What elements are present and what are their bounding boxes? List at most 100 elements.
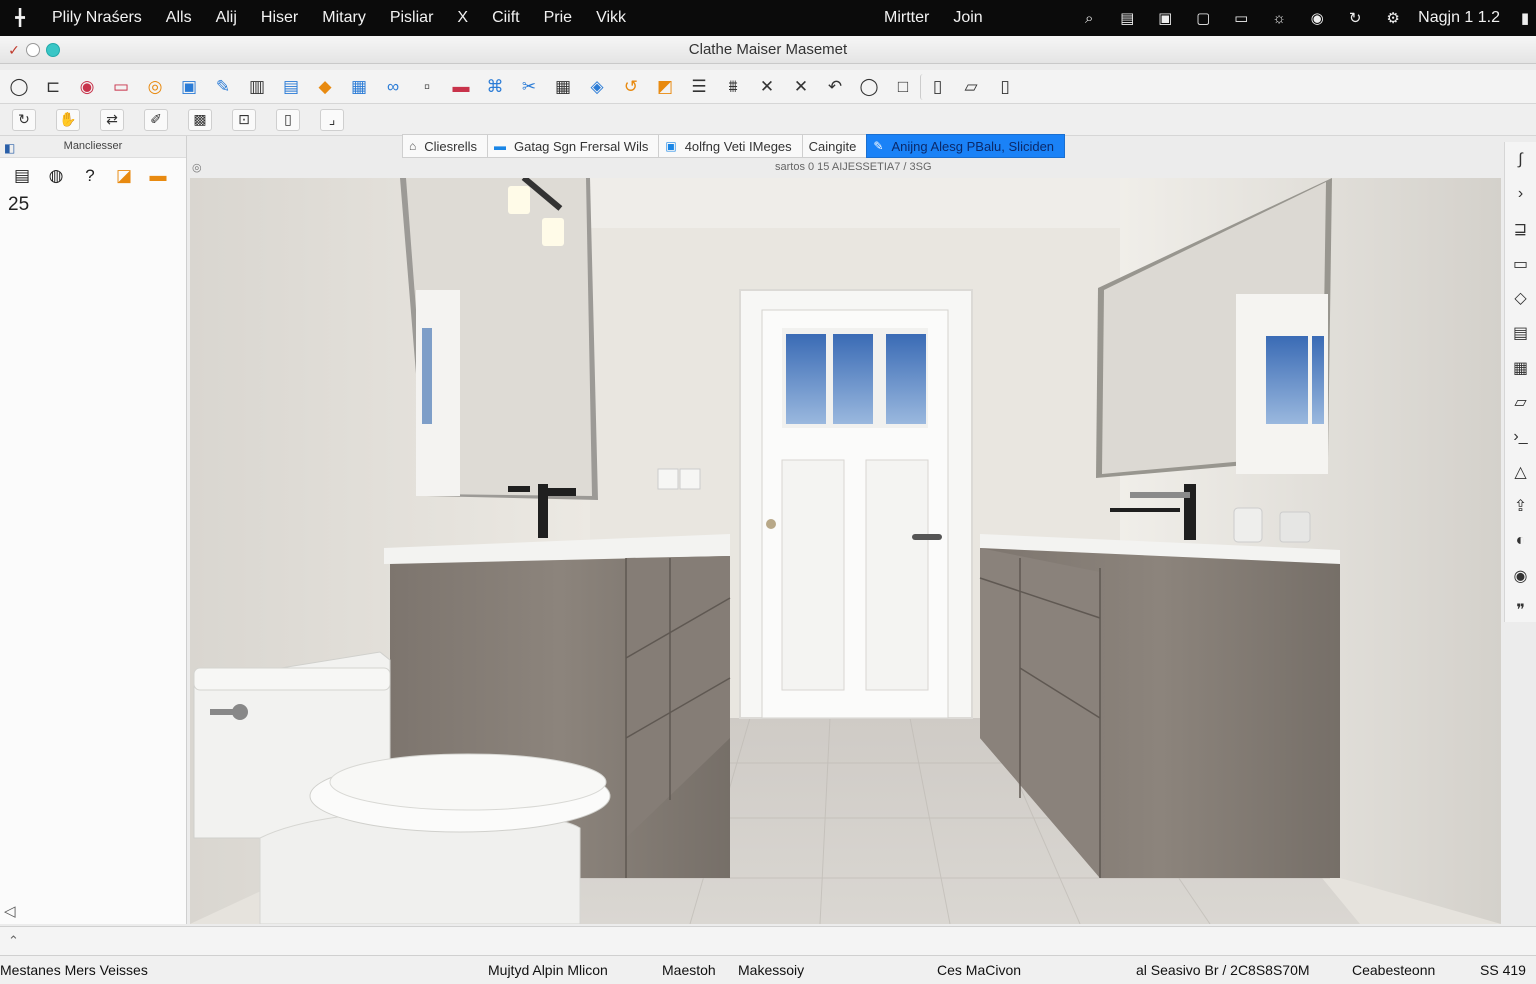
brush-icon[interactable]: ✐: [144, 108, 168, 131]
undo-icon[interactable]: ↶: [818, 74, 852, 100]
battery-icon[interactable]: ▮: [1514, 9, 1536, 27]
gallery-icon[interactable]: ▬: [444, 74, 478, 100]
rotate-icon[interactable]: ↻: [12, 108, 36, 131]
menu-item-7[interactable]: X: [445, 9, 480, 27]
menu-item-6[interactable]: Pisliar: [378, 9, 446, 27]
square-icon[interactable]: ▢: [1184, 9, 1222, 27]
hand-icon[interactable]: ✋: [56, 108, 80, 131]
path-bar: ⌃: [0, 926, 1536, 956]
screen-icon[interactable]: ▭: [1222, 9, 1260, 27]
minus-icon[interactable]: ▬: [144, 164, 172, 188]
record-icon[interactable]: ◉: [70, 74, 104, 100]
table-icon[interactable]: ▦: [546, 74, 580, 100]
align-icon[interactable]: ⊏: [36, 74, 70, 100]
chevron-right-icon[interactable]: ›: [1509, 183, 1533, 207]
pin-icon[interactable]: ◎: [192, 161, 202, 174]
status-mid-4: Ces MaCivon: [937, 962, 1022, 978]
menu-item-1[interactable]: Plily Nraśers: [40, 9, 154, 27]
terminal-icon[interactable]: ›_: [1509, 425, 1533, 449]
pen-icon[interactable]: ✎: [206, 74, 240, 100]
menu-item-center-2[interactable]: Join: [941, 9, 994, 27]
wifi-icon[interactable]: ◉: [1298, 9, 1336, 27]
app-menu-icon[interactable]: ╋: [0, 8, 40, 28]
note-icon[interactable]: ▤: [1509, 321, 1533, 345]
right-tool-strip: ∫ › ⊒ ▭ ◇ ▤ ▦ ▱ ›_ △ ⇪ ◐ ◉ ❞: [1504, 142, 1536, 622]
zoom-lens-icon[interactable]: ◯: [852, 74, 886, 100]
panel-icon[interactable]: ▤: [274, 74, 308, 100]
grid-icon[interactable]: ▦: [342, 74, 376, 100]
brush-tool-icon[interactable]: ∫: [1509, 148, 1533, 172]
quote-icon[interactable]: ❞: [1509, 598, 1533, 622]
door-icon[interactable]: ▯: [988, 74, 1022, 100]
refresh-icon[interactable]: ↻: [1336, 9, 1374, 27]
pattern-icon[interactable]: ▩: [188, 108, 212, 131]
tab-1[interactable]: ⌂ Cliesrells: [402, 134, 487, 158]
corner-icon[interactable]: ⌟: [320, 108, 344, 131]
mountain-icon[interactable]: △: [1509, 460, 1533, 484]
crop-icon[interactable]: ◩: [648, 74, 682, 100]
bracket-icon[interactable]: ▯: [920, 73, 954, 100]
left-panel: ◧ Mancliesser ▤ ◍ ? ◪ ▬ 25 ◁: [0, 136, 187, 924]
bookmark-icon[interactable]: ⊡: [232, 108, 256, 131]
window-titlebar: ✓ Clathe Maiser Masemet: [0, 36, 1536, 64]
window-icon[interactable]: ▣: [1146, 9, 1184, 27]
eye-icon[interactable]: ◉: [1509, 564, 1533, 588]
shuffle-icon[interactable]: ⇄: [100, 108, 124, 131]
drop-icon[interactable]: ◈: [580, 74, 614, 100]
list-icon[interactable]: ☰: [682, 74, 716, 100]
menu-item-9[interactable]: Prie: [532, 9, 584, 27]
collapse-icon[interactable]: ◁: [4, 902, 16, 920]
frame-icon[interactable]: ▣: [172, 74, 206, 100]
menu-item-2[interactable]: Alls: [154, 9, 204, 27]
layers-icon[interactable]: ▦: [1509, 356, 1533, 380]
target-icon[interactable]: ◎: [138, 74, 172, 100]
contrast-icon[interactable]: ◐: [1509, 529, 1533, 553]
page-icon[interactable]: ▯: [276, 108, 300, 131]
cross-icon[interactable]: ✕: [750, 74, 784, 100]
export-icon[interactable]: ⇪: [1509, 494, 1533, 518]
tab-bar: ⌂ Cliesrells ▬ Gatag Sgn Frersal Wils ▣ …: [402, 134, 1066, 158]
brightness-icon[interactable]: ☼: [1260, 10, 1298, 27]
tab-5-active[interactable]: ✎ Anijng Alesg PBalu, Sliciden: [866, 134, 1066, 158]
slant-icon[interactable]: ▱: [954, 74, 988, 100]
image-canvas[interactable]: [190, 178, 1501, 924]
tab-4[interactable]: Caingite: [801, 134, 867, 158]
monitor-icon[interactable]: ▭: [1509, 252, 1533, 276]
menu-item-5[interactable]: Mitary: [310, 9, 378, 27]
help-icon[interactable]: ?: [76, 164, 104, 188]
folder-edit-icon[interactable]: ◪: [110, 164, 138, 188]
circle-icon[interactable]: ◯: [2, 74, 36, 100]
palette-icon[interactable]: ◆: [308, 74, 342, 100]
info-icon[interactable]: ▫: [410, 74, 444, 100]
x-icon[interactable]: ✕: [784, 74, 818, 100]
status-bar: Mestanes Mers Veisses Mujtyd Alpin Mlico…: [0, 956, 1536, 984]
menu-item-10[interactable]: Vikk: [584, 9, 638, 27]
photo-icon[interactable]: ▤: [8, 164, 36, 188]
menu-item-center-1[interactable]: Mirtter: [872, 9, 941, 27]
menu-item-8[interactable]: Ciift: [480, 9, 532, 27]
document-icon[interactable]: ▥: [240, 74, 274, 100]
curve-icon[interactable]: ↺: [614, 74, 648, 100]
link-icon[interactable]: ∞: [376, 74, 410, 100]
filter-icon[interactable]: ⩩: [716, 74, 750, 100]
menu-item-3[interactable]: Alij: [204, 9, 249, 27]
tag-icon[interactable]: ⌘: [478, 74, 512, 100]
gear-icon[interactable]: ⚙: [1374, 9, 1412, 27]
image-icon[interactable]: ▭: [104, 74, 138, 100]
eraser-icon[interactable]: ◇: [1509, 287, 1533, 311]
arrow-up-icon[interactable]: ⌃: [8, 933, 19, 949]
left-panel-count: 25: [8, 194, 30, 215]
display-icon[interactable]: ▤: [1108, 9, 1146, 27]
tab-3[interactable]: ▣ 4olfng Veti IMeges: [658, 134, 802, 158]
folder-icon[interactable]: ▱: [1509, 390, 1533, 414]
menu-item-4[interactable]: Hiser: [249, 9, 310, 27]
globe-icon[interactable]: ◍: [42, 164, 70, 188]
menu-clock[interactable]: Nagjn 1 1.2: [1412, 9, 1514, 27]
text-tool-icon[interactable]: ⊒: [1509, 217, 1533, 241]
rectangle-icon[interactable]: □: [886, 74, 920, 100]
tab-2[interactable]: ▬ Gatag Sgn Frersal Wils: [486, 134, 659, 158]
tab-5-icon: ✎: [873, 139, 884, 153]
panel-toggle-icon[interactable]: ◧: [4, 138, 15, 158]
search-icon[interactable]: ⌕: [1070, 10, 1108, 27]
wrench-icon[interactable]: ✂: [512, 74, 546, 100]
